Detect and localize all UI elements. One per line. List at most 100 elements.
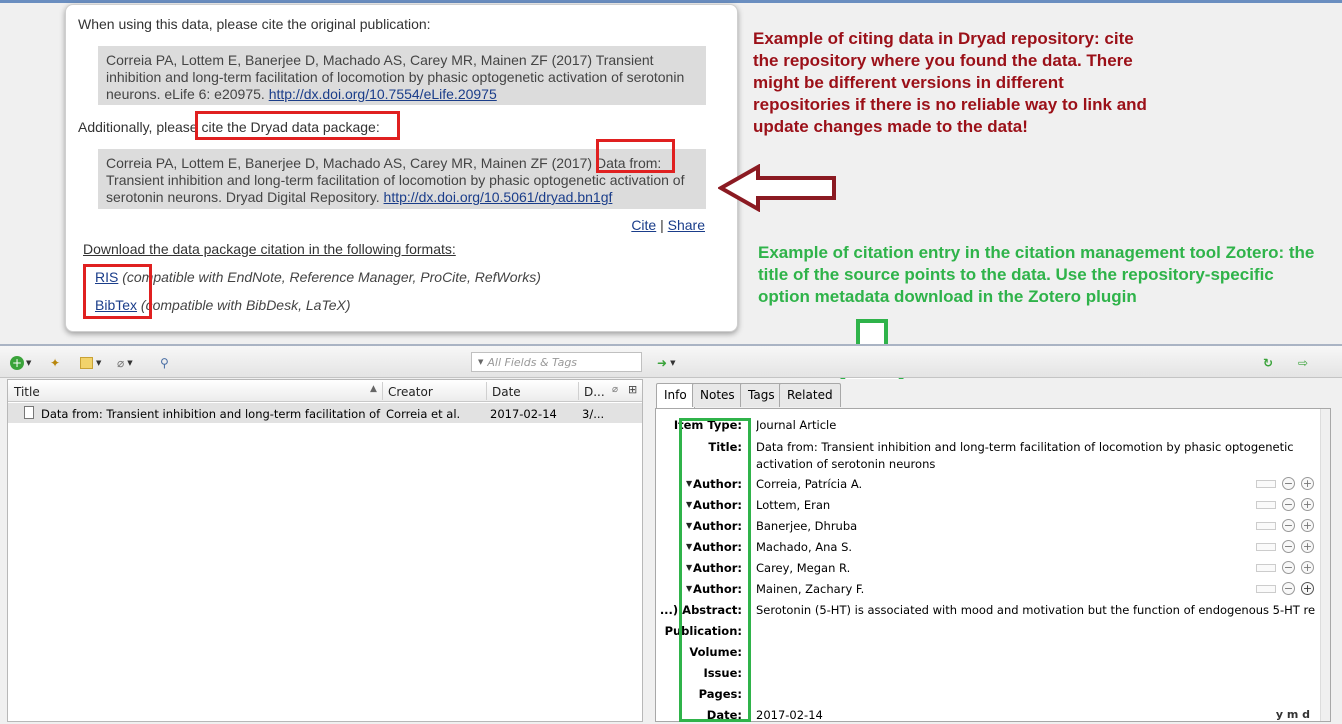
- author-value[interactable]: Carey, Megan R.: [756, 560, 1316, 577]
- window-top-border: [0, 0, 1342, 3]
- creator-type-switch-icon[interactable]: [1256, 479, 1276, 488]
- zotero-annotation: Example of citation entry in the citatio…: [758, 243, 1315, 306]
- new-note-button[interactable]: ▼: [80, 355, 101, 371]
- tab-related[interactable]: Related: [779, 383, 841, 407]
- plus-icon[interactable]: +: [1301, 498, 1314, 511]
- zotero-toolbar: + ▼ ✦ ▼ ⌀ ▼ ⚲ ➜ ▼ ↻ ⇨: [0, 346, 1342, 378]
- items-list: Title ▲ Creator Date D... ⌀ ⊞ Data from:…: [7, 379, 643, 722]
- creator-type-switch-icon[interactable]: [1256, 521, 1276, 530]
- red-arrow-icon: [718, 164, 836, 212]
- date-format-indicator: y m d: [1275, 708, 1310, 721]
- creator-type-switch-icon[interactable]: [1256, 563, 1276, 572]
- sort-up-icon: ▲: [370, 384, 377, 394]
- title-value[interactable]: Data from: Transient inhibition and long…: [756, 439, 1316, 473]
- plus-icon: +: [10, 356, 24, 370]
- citation1-doi-link[interactable]: http://dx.doi.org/10.7554/eLife.20975: [269, 86, 497, 102]
- search-field[interactable]: ▼ All Fields & Tags: [471, 352, 642, 372]
- author-controls: − +: [1256, 561, 1314, 574]
- author-value[interactable]: Correia, Patrícia A.: [756, 476, 1316, 493]
- window-icon: ⇨: [1298, 356, 1309, 370]
- citation2-doi-link[interactable]: http://dx.doi.org/10.5061/dryad.bn1gf: [384, 189, 613, 205]
- paperclip-icon: ⌀: [117, 356, 125, 370]
- author-controls: − +: [1256, 540, 1314, 553]
- ris-note: (compatible with EndNote, Reference Mana…: [122, 269, 541, 285]
- row-creator: Correia et al.: [386, 407, 461, 421]
- sync-icon: ↻: [1263, 356, 1274, 370]
- dropdown-arrow-icon: ▼: [26, 359, 32, 367]
- magnifier-icon: ⚲: [160, 356, 169, 370]
- dryad-annotation: Example of citing data in Dryad reposito…: [753, 29, 1147, 136]
- item-pane: Info Notes Tags Related Item Type: Journ…: [653, 379, 1342, 722]
- plus-icon[interactable]: +: [1301, 561, 1314, 574]
- magic-wand-icon: ✦: [50, 356, 61, 370]
- citation2-prefix: Correia PA, Lottem E, Banerjee D, Machad…: [106, 155, 593, 171]
- cite-link[interactable]: Cite: [631, 217, 656, 233]
- vertical-splitter[interactable]: [643, 379, 653, 722]
- column-date-added[interactable]: D...: [584, 385, 605, 399]
- document-icon: [24, 406, 34, 419]
- search-dropdown-icon: ▼: [478, 358, 484, 366]
- attachment-button[interactable]: ⌀ ▼: [117, 355, 133, 371]
- column-creator[interactable]: Creator: [388, 385, 433, 399]
- highlight-box-formats: [83, 264, 152, 319]
- plus-icon[interactable]: +: [1301, 519, 1314, 532]
- minus-icon[interactable]: −: [1282, 561, 1295, 574]
- additional-prefix: Additionally, please: [78, 119, 198, 135]
- author-controls: − +: [1256, 582, 1314, 595]
- dropdown-arrow-icon: ▼: [670, 359, 676, 367]
- dropdown-arrow-icon: ▼: [96, 359, 102, 367]
- author-value[interactable]: Banerjee, Dhruba: [756, 518, 1316, 535]
- advanced-search-button[interactable]: ⚲: [160, 355, 169, 371]
- info-scrollbar[interactable]: [1320, 409, 1330, 721]
- plus-icon[interactable]: +: [1301, 540, 1314, 553]
- sync-button[interactable]: ↻: [1263, 355, 1273, 371]
- creator-type-switch-icon[interactable]: [1256, 500, 1276, 509]
- row-date-added: 3/...: [582, 407, 605, 421]
- tab-notes[interactable]: Notes: [692, 383, 743, 407]
- fullscreen-button[interactable]: ⇨: [1298, 355, 1308, 371]
- share-link[interactable]: Share: [668, 217, 705, 233]
- cite-intro: When using this data, please cite the or…: [78, 16, 431, 32]
- minus-icon[interactable]: −: [1282, 477, 1295, 490]
- author-controls: − +: [1256, 519, 1314, 532]
- row-title: Data from: Transient inhibition and long…: [41, 407, 381, 421]
- column-headers: Title ▲ Creator Date D... ⌀ ⊞: [8, 380, 642, 402]
- author-value[interactable]: Lottem, Eran: [756, 497, 1316, 514]
- creator-type-switch-icon[interactable]: [1256, 584, 1276, 593]
- minus-icon[interactable]: −: [1282, 582, 1295, 595]
- column-title[interactable]: Title: [14, 385, 40, 399]
- row-date: 2017-02-14: [490, 407, 557, 421]
- original-publication-citation: Correia PA, Lottem E, Banerjee D, Machad…: [98, 46, 706, 105]
- plus-icon[interactable]: +: [1301, 477, 1314, 490]
- attachment-column-icon: ⌀: [612, 384, 619, 395]
- author-value[interactable]: Mainen, Zachary F.: [756, 581, 1316, 598]
- minus-icon[interactable]: −: [1282, 519, 1295, 532]
- column-picker-icon[interactable]: ⊞: [628, 383, 637, 396]
- cite-share-divider: |: [660, 217, 664, 233]
- minus-icon[interactable]: −: [1282, 540, 1295, 553]
- item-type-value[interactable]: Journal Article: [756, 417, 1316, 434]
- dropdown-arrow-icon: ▼: [127, 359, 133, 367]
- locate-button[interactable]: ➜ ▼: [657, 355, 675, 371]
- creator-type-switch-icon[interactable]: [1256, 542, 1276, 551]
- tab-info[interactable]: Info: [656, 383, 695, 409]
- search-placeholder: All Fields & Tags: [487, 355, 578, 369]
- highlight-box-fields: [679, 418, 751, 722]
- author-controls: − +: [1256, 498, 1314, 511]
- table-row[interactable]: Data from: Transient inhibition and long…: [8, 403, 642, 423]
- tab-tags[interactable]: Tags: [740, 383, 783, 407]
- highlight-box-dryad-package: [195, 111, 400, 140]
- cite-share-links: Cite | Share: [631, 217, 705, 233]
- add-by-identifier-button[interactable]: ✦: [50, 355, 60, 371]
- abstract-value[interactable]: Serotonin (5-HT) is associated with mood…: [756, 602, 1316, 619]
- author-value[interactable]: Machado, Ana S.: [756, 539, 1316, 556]
- highlight-box-data-from: [596, 139, 675, 173]
- author-controls: − +: [1256, 477, 1314, 490]
- column-date[interactable]: Date: [492, 385, 521, 399]
- minus-icon[interactable]: −: [1282, 498, 1295, 511]
- format-ris: RIS (compatible with EndNote, Reference …: [95, 269, 541, 285]
- plus-icon[interactable]: +: [1301, 582, 1314, 595]
- bibtex-note: (compatible with BibDesk, LaTeX): [140, 297, 351, 313]
- new-item-button[interactable]: + ▼: [10, 355, 31, 371]
- date-value[interactable]: 2017-02-14: [756, 707, 1316, 724]
